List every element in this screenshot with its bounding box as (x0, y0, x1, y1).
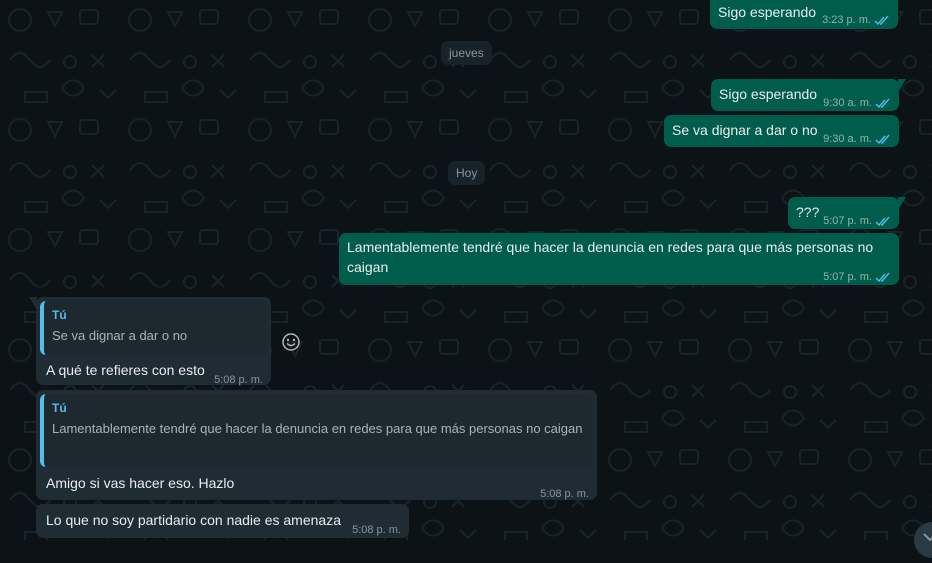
message-meta: 5:08 p. m. (214, 370, 263, 390)
message-bubble[interactable]: Tú Lamentablemente tendré que hacer la d… (36, 390, 597, 500)
message-bubble[interactable]: Lamentablemente tendré que hacer la denu… (339, 233, 899, 285)
message-text: Amigo si vas hacer eso. Hazlo (46, 475, 235, 491)
message-bubble[interactable]: Lo que no soy partidario con nadie es am… (36, 504, 409, 538)
quoted-message[interactable]: Tú Se va dignar a dar o no (40, 301, 267, 355)
message-bubble[interactable]: Sigo esperando 9:30 a. m. (711, 79, 906, 113)
quoted-text: Se va dignar a dar o no (52, 328, 188, 343)
message-meta: 5:07 p. m. (823, 211, 891, 231)
message-time: 5:07 p. m. (823, 271, 872, 283)
message-time: 3:23 p. m. (822, 14, 871, 26)
message-time: 5:08 p. m. (352, 524, 401, 536)
quoted-author: Tú (52, 308, 67, 322)
message-bubble[interactable]: Se va dignar a dar o no 9:30 a. m. (664, 115, 899, 147)
message-time: 5:08 p. m. (214, 374, 263, 386)
emoji-icon[interactable] (281, 332, 301, 352)
message-time: 5:07 p. m. (823, 215, 872, 227)
quoted-text: Lamentablemente tendré que hacer la denu… (52, 421, 583, 436)
day-separator-label: jueves (449, 46, 484, 60)
double-check-icon (874, 15, 889, 25)
message-text: Se va dignar a dar o no (672, 122, 818, 138)
message-text: Lamentablemente tendré que hacer la denu… (347, 239, 874, 275)
day-separator-label: Hoy (456, 166, 478, 180)
day-separator: Hoy (448, 161, 486, 185)
double-check-icon (875, 216, 890, 226)
message-meta: 3:23 p. m. (822, 10, 890, 30)
day-separator: jueves (441, 41, 492, 65)
double-check-icon (875, 134, 890, 144)
message-bubble[interactable]: ??? 5:07 p. m. (788, 197, 906, 231)
message-text: ??? (796, 204, 820, 220)
quoted-author: Tú (52, 401, 67, 415)
message-meta: 5:08 p. m. (540, 484, 589, 504)
message-text: Sigo esperando (719, 86, 818, 102)
message-text: A qué te refieres con esto (46, 362, 205, 378)
message-time: 9:30 a. m. (823, 97, 872, 109)
chevron-down-icon (923, 533, 932, 542)
bubble-tail (898, 197, 906, 210)
message-meta: 9:30 a. m. (823, 93, 891, 113)
message-time: 5:08 p. m. (540, 488, 589, 500)
message-bubble[interactable]: Sigo esperando 3:23 p. m. (710, 0, 898, 29)
message-text: Lo que no soy partidario con nadie es am… (46, 512, 341, 528)
bubble-tail (29, 297, 37, 310)
message-meta: 9:30 a. m. (823, 129, 891, 149)
quoted-message[interactable]: Tú Lamentablemente tendré que hacer la d… (40, 394, 593, 467)
message-bubble[interactable]: Tú Se va dignar a dar o no A qué te refi… (29, 297, 271, 386)
bubble-tail (898, 79, 906, 92)
scroll-down-button[interactable] (914, 522, 932, 558)
message-text: Sigo esperando (718, 4, 817, 20)
double-check-icon (875, 272, 890, 282)
message-time: 9:30 a. m. (823, 133, 872, 145)
message-meta: 5:08 p. m. (352, 520, 401, 540)
double-check-icon (875, 98, 890, 108)
message-meta: 5:07 p. m. (823, 267, 891, 287)
